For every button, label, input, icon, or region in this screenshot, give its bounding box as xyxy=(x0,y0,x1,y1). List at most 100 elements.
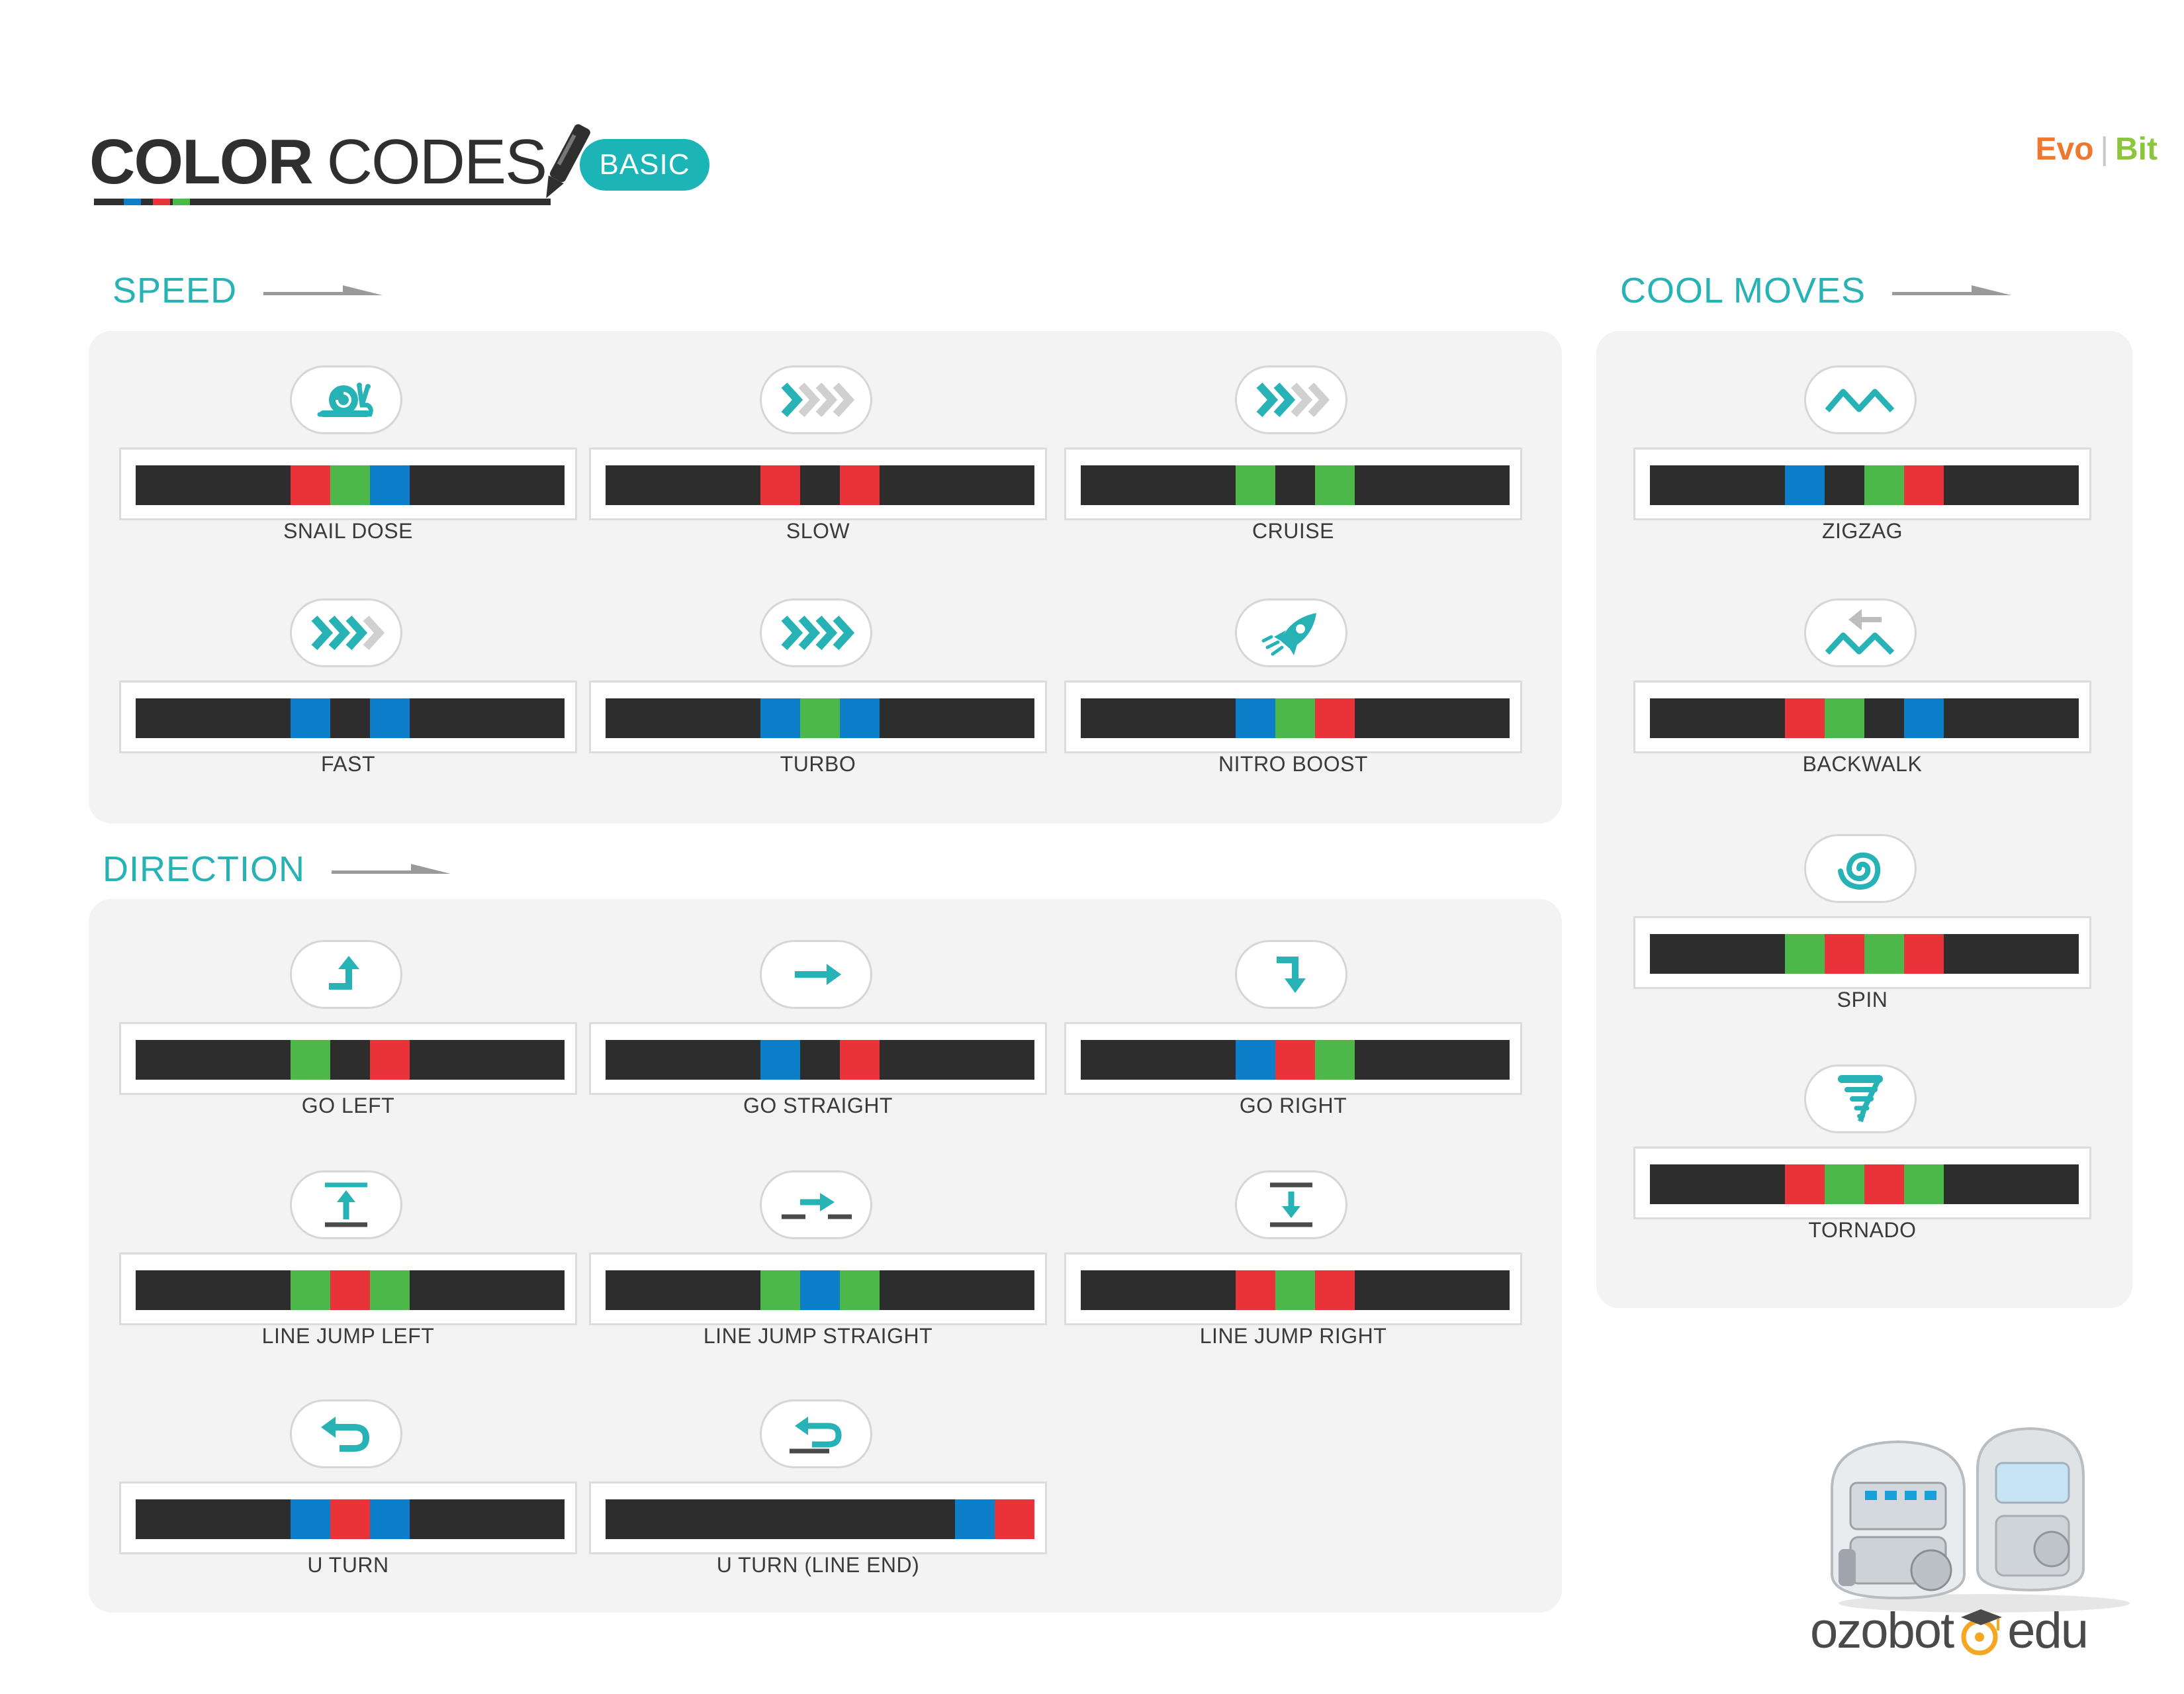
color-code-strip xyxy=(589,681,1047,753)
code-segment-green xyxy=(1275,698,1315,738)
code-lead-black xyxy=(136,1270,291,1310)
line-jump-left-icon xyxy=(325,1182,367,1227)
chevrons-3-icon xyxy=(311,615,385,651)
color-code-bar xyxy=(136,698,565,738)
color-code-strip xyxy=(119,447,577,520)
code-segment-red xyxy=(330,1270,370,1310)
direction-heading: DIRECTION xyxy=(103,849,451,890)
code-segment-red xyxy=(330,1499,370,1539)
title-codes: CODES xyxy=(326,126,547,197)
code-segment-green xyxy=(291,1040,330,1080)
code-segment-red xyxy=(995,1499,1034,1539)
color-code-bar xyxy=(1081,1270,1510,1310)
code-segment-red xyxy=(840,1040,880,1080)
icon-badge xyxy=(1235,1170,1347,1239)
color-code-bar xyxy=(1650,934,2079,974)
code-label: TORNADO xyxy=(1808,1218,1917,1242)
chevrons-1-icon xyxy=(781,382,855,418)
turn-left-icon xyxy=(329,956,359,990)
brand-separator: | xyxy=(2100,132,2109,167)
icon-badge xyxy=(1804,598,1917,667)
code-card-tornado: TORNADO xyxy=(1633,1064,2091,1242)
icon-badge xyxy=(1804,365,1917,434)
code-lead-black xyxy=(606,1499,955,1539)
icon-badge xyxy=(760,598,872,667)
code-segment-blue xyxy=(800,1270,840,1310)
code-card-backwalk: BACKWALK xyxy=(1633,598,2091,776)
code-card-cruise: CRUISE xyxy=(1064,365,1522,543)
code-segment-blue xyxy=(370,465,410,505)
tornado-icon xyxy=(1838,1075,1883,1123)
line-jump-right-icon xyxy=(1270,1182,1312,1227)
code-segment-blue xyxy=(1236,1040,1275,1080)
code-card-go-right: GO RIGHT xyxy=(1064,940,1522,1117)
code-card-u-turn: U TURN xyxy=(119,1399,577,1577)
icon-badge xyxy=(1235,598,1347,667)
underline-green-segment xyxy=(173,199,190,205)
code-segment-black xyxy=(1825,465,1864,505)
code-segment-blue xyxy=(760,1040,800,1080)
chevrons-4-icon xyxy=(781,615,855,651)
code-segment-green xyxy=(1864,934,1904,974)
underline-red-segment xyxy=(153,199,170,205)
code-label: FAST xyxy=(320,752,375,776)
code-segment-blue xyxy=(840,698,880,738)
chevrons-2-icon xyxy=(1256,382,1330,418)
line-jump-straight-icon xyxy=(782,1193,852,1219)
code-card-line-jump-right: LINE JUMP RIGHT xyxy=(1064,1170,1522,1348)
icon-badge xyxy=(290,940,402,1009)
logo-ozobot: ozobot xyxy=(1810,1603,1954,1659)
code-card-go-left: GO LEFT xyxy=(119,940,577,1117)
color-code-strip xyxy=(589,1022,1047,1095)
heading-arrow-icon xyxy=(332,864,451,874)
color-code-strip xyxy=(119,681,577,753)
color-code-strip xyxy=(589,1252,1047,1325)
code-card-spin: SPIN xyxy=(1633,834,2091,1012)
code-lead-black xyxy=(136,1040,291,1080)
code-label: CRUISE xyxy=(1252,519,1334,543)
code-segment-green xyxy=(1904,1164,1944,1204)
color-code-strip xyxy=(1064,681,1522,753)
zigzag-icon xyxy=(1825,389,1895,413)
code-label: U TURN (LINE END) xyxy=(716,1553,920,1577)
code-segment-green xyxy=(330,465,370,505)
color-code-strip xyxy=(1633,1147,2091,1219)
code-segment-red xyxy=(1275,1040,1315,1080)
color-code-bar xyxy=(1081,698,1510,738)
snail-icon xyxy=(317,383,373,417)
code-segment-green xyxy=(1864,465,1904,505)
direction-panel: GO LEFT GO STRAIGHT GO RIGHT LINE JUMP LEFT… xyxy=(89,899,1562,1613)
icon-badge xyxy=(1235,365,1347,434)
code-segment-red xyxy=(291,465,330,505)
direction-title: DIRECTION xyxy=(103,849,305,889)
code-card-u-turn-line-end: U TURN (LINE END) xyxy=(589,1399,1047,1577)
code-segment-green xyxy=(840,1270,880,1310)
brand-bit: Bit xyxy=(2115,132,2158,167)
code-segment-green xyxy=(1315,1040,1355,1080)
code-segment-red xyxy=(1315,698,1355,738)
code-lead-black xyxy=(136,1499,291,1539)
color-code-bar xyxy=(136,1040,565,1080)
color-code-strip xyxy=(119,1022,577,1095)
color-code-strip xyxy=(119,1482,577,1554)
code-segment-green xyxy=(1825,1164,1864,1204)
u-turn-icon xyxy=(321,1417,370,1452)
code-label: BACKWALK xyxy=(1802,752,1923,776)
color-code-bar xyxy=(1081,1040,1510,1080)
code-segment-red xyxy=(1785,1164,1825,1204)
icon-badge xyxy=(1804,834,1917,903)
icon-badge xyxy=(760,1399,872,1468)
code-label: GO RIGHT xyxy=(1239,1094,1347,1117)
brand-evo: Evo xyxy=(2035,132,2094,167)
graduation-cap-icon xyxy=(1961,1609,2003,1656)
icon-badge xyxy=(1235,940,1347,1009)
code-segment-blue xyxy=(955,1499,995,1539)
color-code-strip xyxy=(1633,447,2091,520)
code-lead-black xyxy=(1650,1164,1785,1204)
icon-badge xyxy=(760,1170,872,1239)
color-code-strip xyxy=(1064,1252,1522,1325)
code-segment-black xyxy=(330,1040,370,1080)
basic-badge: BASIC xyxy=(580,139,709,191)
code-segment-black xyxy=(1275,465,1315,505)
color-code-bar xyxy=(606,1040,1034,1080)
